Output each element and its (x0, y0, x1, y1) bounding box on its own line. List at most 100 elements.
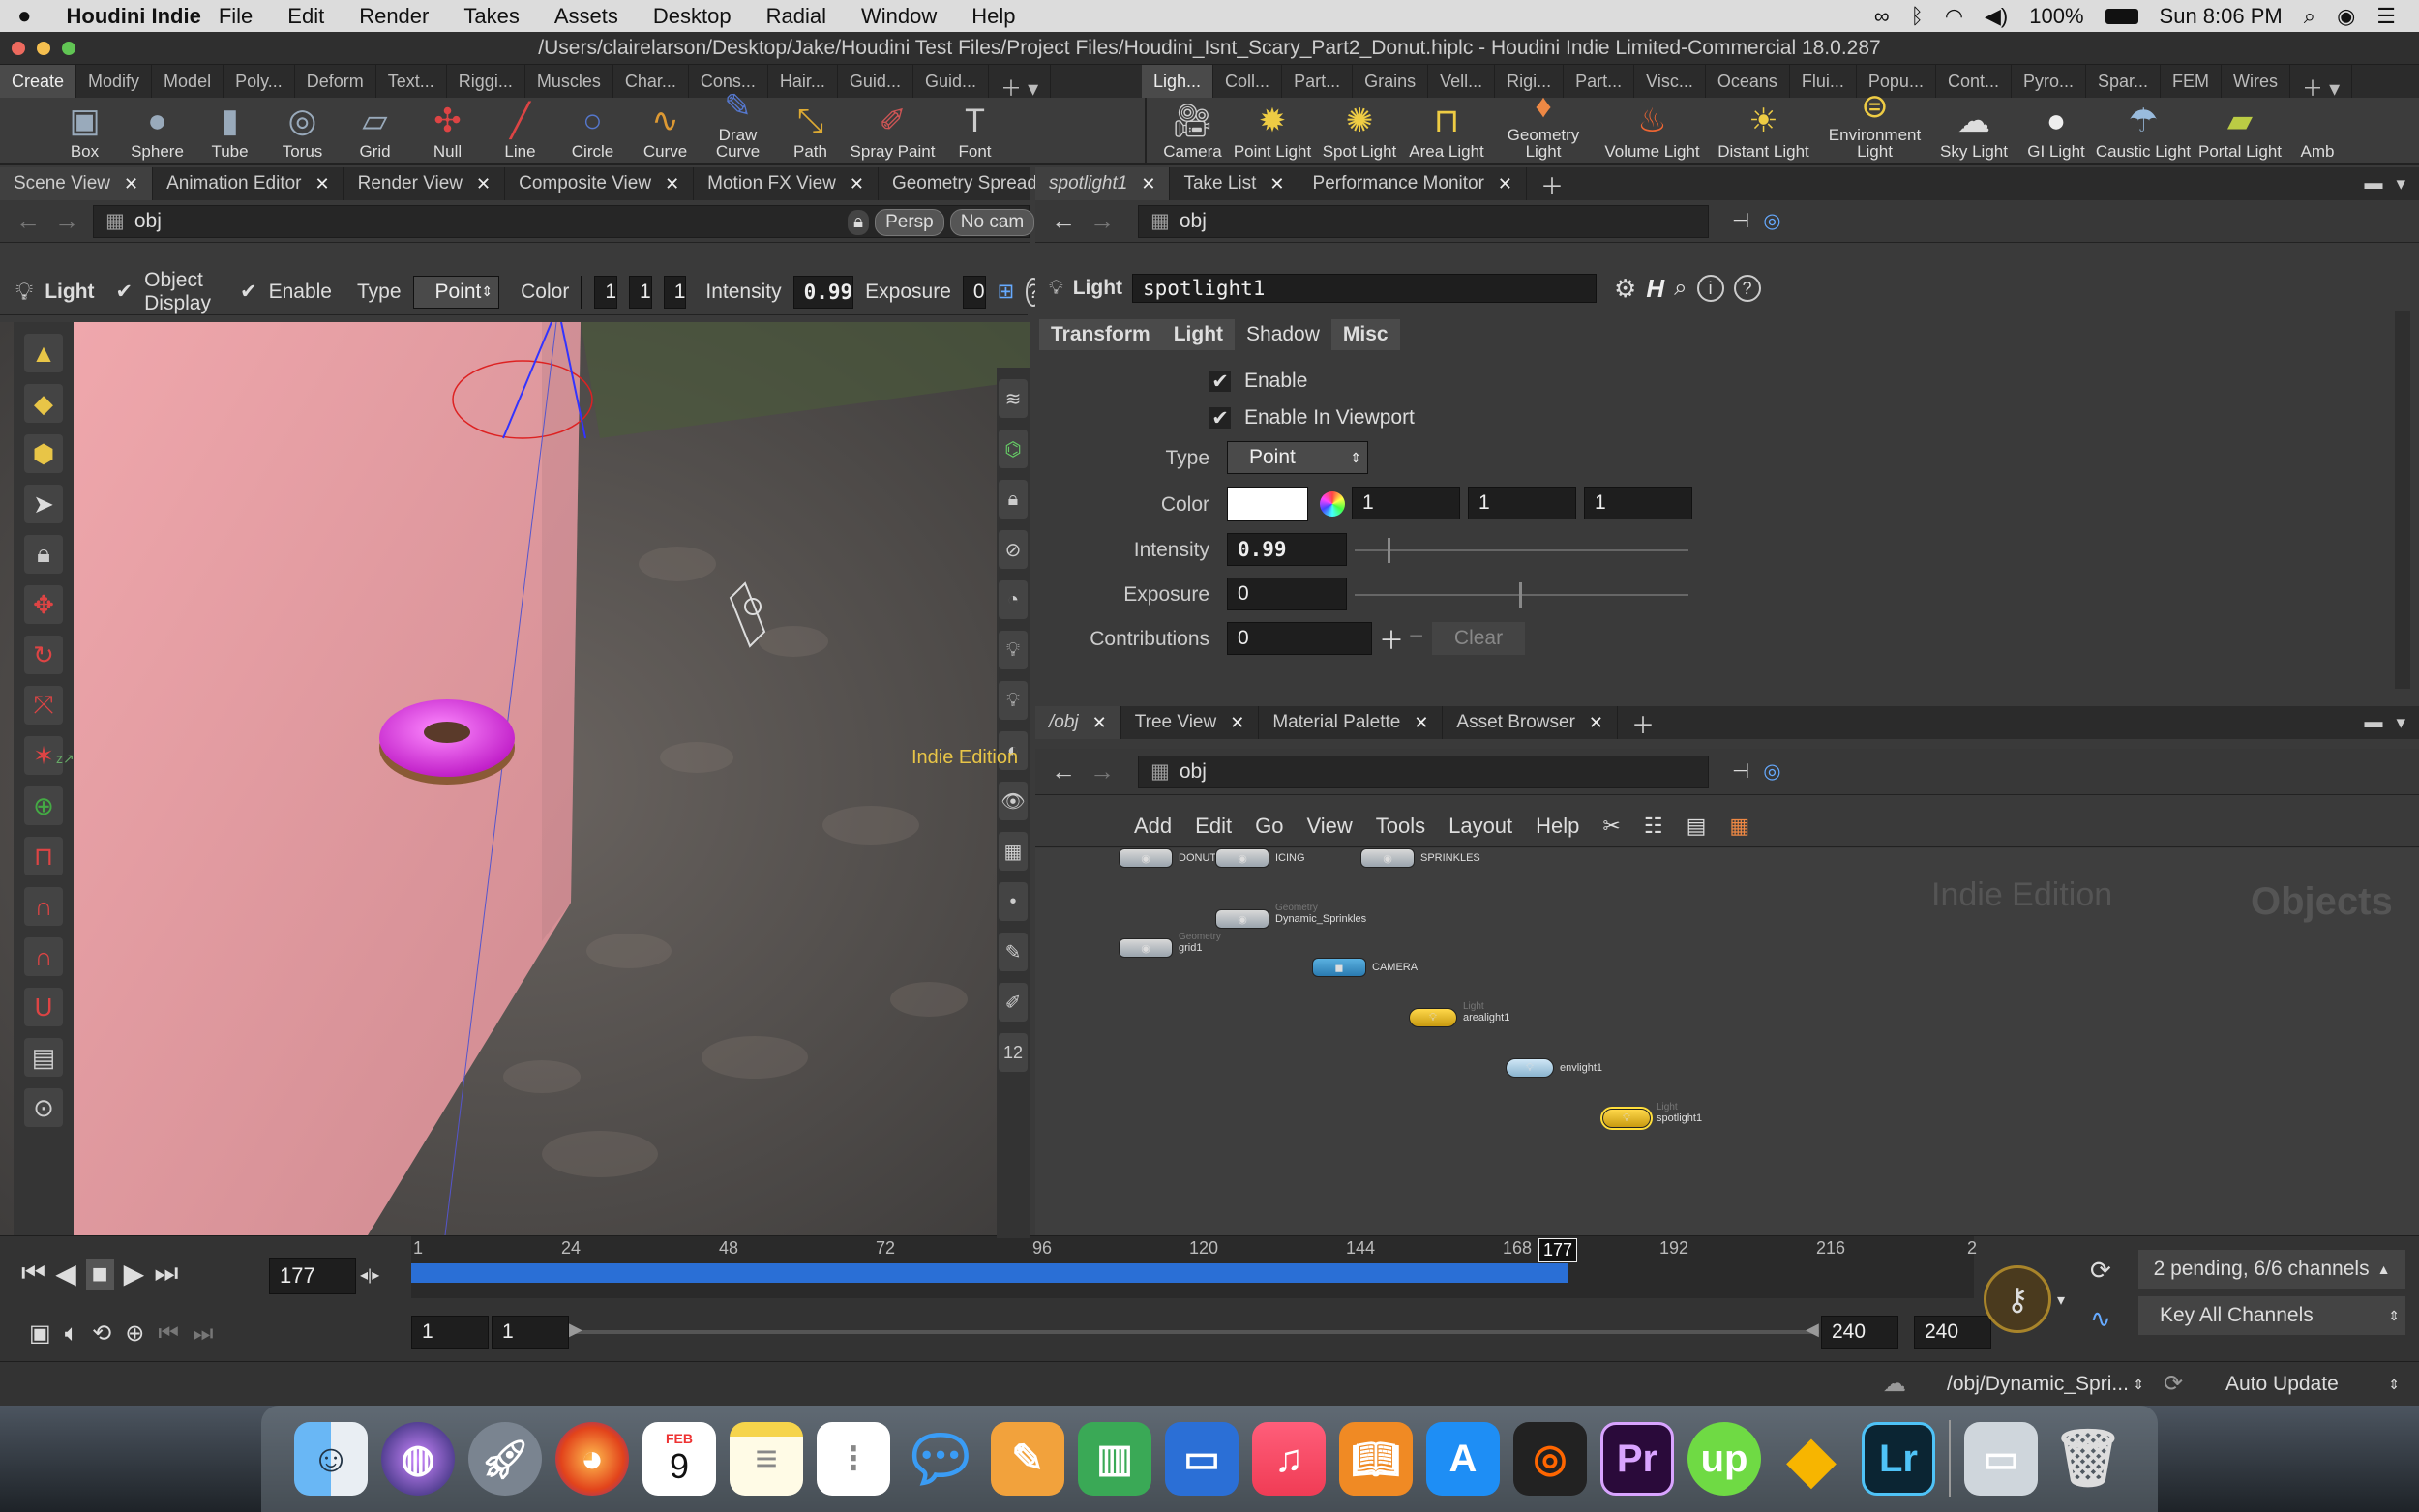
close-tab-icon[interactable]: ✕ (1092, 713, 1107, 733)
null-tool[interactable]: ✣ Null (411, 98, 484, 163)
shelf-tab-text[interactable]: Text... (376, 65, 447, 98)
spot-light-tool[interactable]: ✺ Spot Light (1316, 98, 1403, 163)
wrench-icon[interactable]: ✂ (1602, 814, 1620, 839)
path-field[interactable]: ▦ obj (1138, 204, 1709, 238)
next-key-icon[interactable]: ⏭ (193, 1320, 214, 1348)
network-menu-tools[interactable]: Tools (1376, 814, 1425, 839)
play-icon[interactable]: ▶ (124, 1258, 145, 1290)
pane-menu-icon[interactable]: ▾ (2396, 712, 2405, 733)
battery-label[interactable]: 100% (2029, 4, 2083, 29)
search-icon[interactable]: ⌕ (1674, 275, 1687, 302)
number-icon[interactable]: 12 (999, 1033, 1028, 1072)
node-spotlight1[interactable]: 💡︎ Light spotlight1 (1600, 1102, 1702, 1130)
portal-light-tool[interactable]: ▰ Portal Light (2192, 98, 2288, 163)
close-window-button[interactable] (12, 42, 25, 55)
close-tab-icon[interactable]: ✕ (1589, 713, 1603, 733)
visualize-icon[interactable]: 👁︎ (999, 782, 1028, 820)
close-tab-icon[interactable]: ✕ (124, 174, 138, 194)
intensity-slider[interactable] (1355, 538, 1688, 563)
status-path-dropdown[interactable]: /obj/Dynamic_Spri... ⇕ (1927, 1366, 2150, 1403)
path-tool[interactable]: ⤡ Path (774, 98, 847, 163)
curve-tool[interactable]: ∿ Curve (629, 98, 702, 163)
reminders-icon[interactable]: ⁝ (817, 1422, 890, 1496)
gi-light-tool[interactable]: ● GI Light (2017, 98, 2095, 163)
path-field[interactable]: ▦ obj (1138, 755, 1709, 788)
draw-curve-tool[interactable]: ✎ Draw Curve (702, 90, 774, 163)
tab-render-view[interactable]: Render View ✕ (344, 167, 506, 200)
enable-viewport-checkbox[interactable]: ✔ (1210, 407, 1231, 430)
color-wheel-icon[interactable] (1320, 491, 1345, 517)
enable-label[interactable]: Enable (269, 281, 332, 304)
close-tab-icon[interactable]: ✕ (1269, 174, 1284, 194)
shelf-tab-particle-fluids[interactable]: Part... (1564, 65, 1635, 98)
light-bulb-toggle-icon[interactable]: 💡︎ (999, 631, 1028, 669)
jump-start-icon[interactable]: ⏮ (21, 1258, 45, 1290)
color-swatch[interactable] (1227, 487, 1308, 521)
back-icon[interactable]: ← (1051, 756, 1076, 786)
key-icon[interactable]: ⚷ (1984, 1265, 2051, 1333)
pane-menu-icon[interactable]: ▾ (2396, 173, 2405, 194)
play-reverse-icon[interactable]: ◀ (55, 1258, 76, 1290)
shelf-tab-pyro[interactable]: Pyro... (2012, 65, 2086, 98)
spotlight-search-icon[interactable]: ⌕ (2304, 4, 2315, 29)
menu-help[interactable]: Help (954, 4, 1032, 29)
bluetooth-icon[interactable]: ᛒ (1911, 4, 1924, 29)
color-swatch[interactable] (581, 275, 583, 309)
network-menu-view[interactable]: View (1306, 814, 1352, 839)
range-slider[interactable] (571, 1330, 1819, 1334)
link-icon[interactable]: ◎ (1763, 759, 1780, 784)
network-menu-edit[interactable]: Edit (1195, 814, 1232, 839)
premiere-icon[interactable]: Pr (1600, 1422, 1674, 1496)
camera-menu-button[interactable]: No cam (949, 209, 1035, 236)
siri-icon[interactable]: ◍ (381, 1422, 455, 1496)
range-slider-end-handle[interactable]: ◀ (1806, 1319, 1819, 1340)
upwork-icon[interactable]: up (1687, 1422, 1761, 1496)
node-grid1[interactable]: ◉ Geometry grid1 (1119, 932, 1221, 958)
shelf-tab-vellum[interactable]: Vell... (1428, 65, 1496, 98)
subtab-transform[interactable]: Transform (1039, 319, 1162, 350)
enable-checkbox[interactable]: ✔ (1210, 371, 1231, 393)
box-tool[interactable]: ▣ Box (48, 98, 121, 163)
books-icon[interactable]: 📖︎ (1339, 1422, 1413, 1496)
tab-obj[interactable]: /obj ✕ (1035, 706, 1121, 739)
clear-button[interactable]: Clear (1432, 622, 1525, 655)
tab-animation-editor[interactable]: Animation Editor ✕ (153, 167, 344, 200)
type-dropdown[interactable]: Point ⇕ (1227, 441, 1368, 474)
select-handle-icon[interactable]: ◆ (24, 384, 63, 423)
shelf-tab-wires[interactable]: Wires (2222, 65, 2291, 98)
object-display-check-icon[interactable]: ✔ (116, 280, 134, 304)
shelf-tab-rigging[interactable]: Riggi... (447, 65, 525, 98)
auto-key-icon[interactable]: ⟳ (2090, 1256, 2111, 1286)
shelf-tab-characters[interactable]: Char... (613, 65, 689, 98)
range-slider-start-handle[interactable]: ▶ (569, 1319, 582, 1340)
tab-spotlight1[interactable]: spotlight1 ✕ (1035, 167, 1171, 200)
color-r-field[interactable]: 1 (1352, 487, 1460, 519)
object-display-label[interactable]: Object Display (144, 269, 211, 315)
options-icon[interactable]: ⊞ (998, 280, 1015, 304)
node-dynamic-sprinkles[interactable]: ◉ Geometry Dynamic_Sprinkles (1215, 903, 1366, 929)
range-end-2-field[interactable]: 240 (1914, 1316, 1991, 1349)
render-region-icon[interactable]: ⊙ (24, 1088, 63, 1127)
snap-point-icon[interactable]: ∩ (24, 937, 63, 976)
intensity-slider-handle[interactable] (1388, 538, 1390, 563)
add-shelf-tab-icon[interactable]: ＋ ▾ (989, 65, 1052, 101)
wifi-icon[interactable]: ◠ (1945, 4, 1963, 29)
network-menu-go[interactable]: Go (1255, 814, 1283, 839)
caustic-light-tool[interactable]: ☂ Caustic Light (2095, 98, 2192, 163)
point-light-tool[interactable]: ✹ Point Light (1229, 98, 1316, 163)
scale-icon[interactable]: ⤧ (24, 686, 63, 725)
snap-magnet-icon[interactable]: U (24, 988, 63, 1026)
back-icon[interactable]: ← (15, 206, 41, 236)
info-icon[interactable]: i (1696, 275, 1724, 302)
pane-maximize-icon[interactable]: ▬ (2364, 173, 2382, 194)
launchpad-icon[interactable]: 🚀︎ (468, 1422, 542, 1496)
shelf-tab-muscles[interactable]: Muscles (525, 65, 613, 98)
frame-ruler[interactable]: 1 24 48 72 96 120 144 168 192 216 2 177 (411, 1236, 1977, 1298)
close-tab-icon[interactable]: ✕ (850, 174, 864, 194)
handle-icon[interactable]: ⊕ (24, 786, 63, 825)
curve-editor-icon[interactable]: ∿ (2090, 1304, 2111, 1334)
minimize-window-button[interactable] (37, 42, 50, 55)
ambient-light-tool[interactable]: Amb (2288, 98, 2346, 163)
menu-edit[interactable]: Edit (270, 4, 342, 29)
music-icon[interactable]: ♫ (1252, 1422, 1326, 1496)
